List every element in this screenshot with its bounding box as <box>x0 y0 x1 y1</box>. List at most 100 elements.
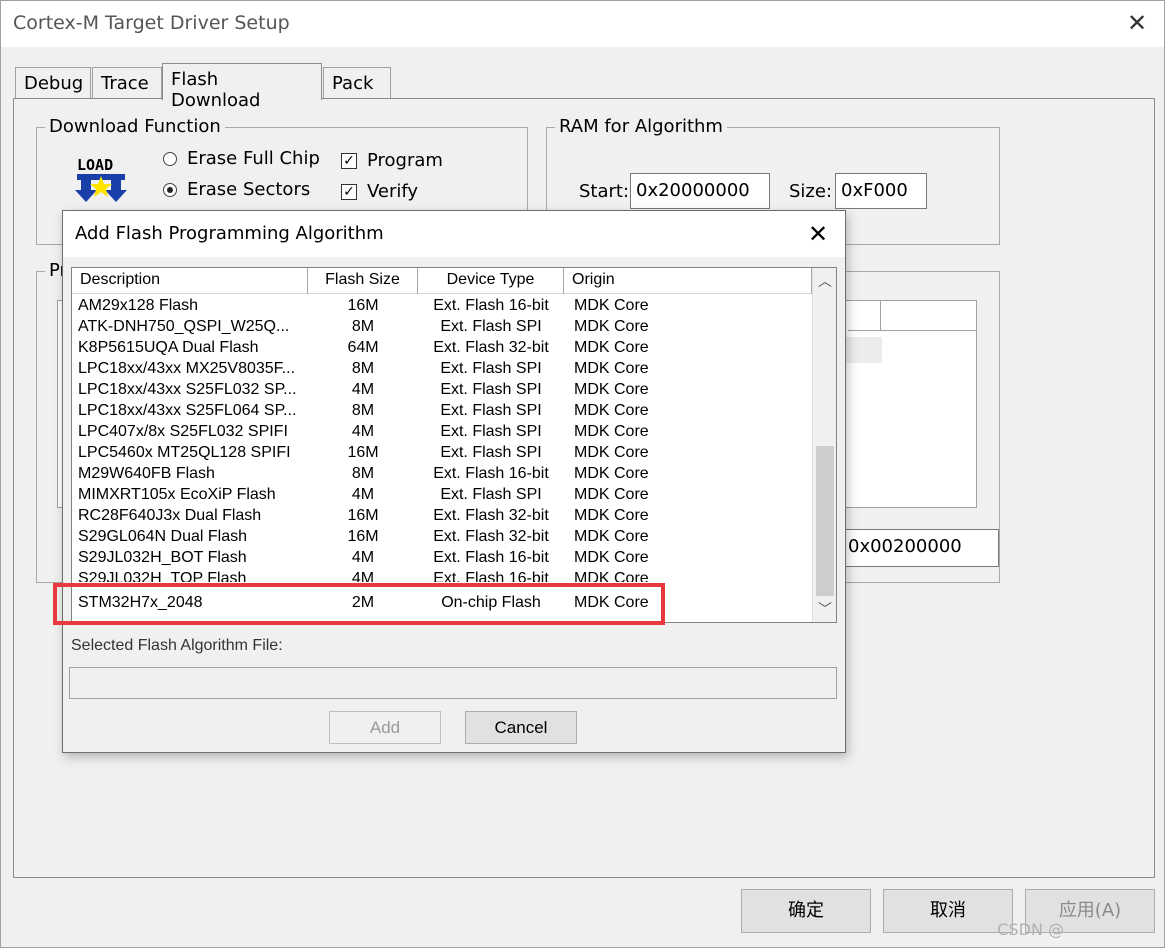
dialog-close-icon[interactable]: ✕ <box>805 220 831 248</box>
row-device-type: Ext. Flash 16-bit <box>433 549 549 566</box>
row-description: LPC5460x MT25QL128 SPIFI <box>78 444 291 461</box>
program-checkbox[interactable]: ✓ <box>341 152 357 169</box>
dialog-title: Add Flash Programming Algorithm <box>75 223 384 244</box>
add-flash-algorithm-dialog: Add Flash Programming Algorithm ✕ Descri… <box>53 210 846 753</box>
selected-file-label: Selected Flash Algorithm File: <box>71 637 283 654</box>
row-flash-size: 8M <box>351 465 375 482</box>
erase-full-chip-radio[interactable] <box>163 151 177 166</box>
row-flash-size: 4M <box>351 486 375 503</box>
row-origin: MDK Core <box>574 570 649 582</box>
table-row[interactable]: LPC407x/8x S25FL032 SPIFI 4M Ext. Flash SP… <box>72 421 812 442</box>
row-description: LPC18xx/43xx MX25V8035F... <box>78 360 296 377</box>
row-flash-size: 8M <box>351 402 375 419</box>
vertical-scrollbar[interactable]: ︿ ﹀ <box>812 268 836 622</box>
table-row[interactable]: S29JL032H_BOT Flash 4M Ext. Flash 16-bit MD… <box>72 547 812 568</box>
row-description: LPC18xx/43xx S25FL032 SP... <box>78 381 297 398</box>
tab-pack[interactable]: Pack <box>323 67 391 99</box>
add-button[interactable]: Add <box>329 711 441 744</box>
row-flash-size: 4M <box>351 381 375 398</box>
table-row[interactable]: ATK-DNH750_QSPI_W25Q... 8M Ext. Flash SPI M… <box>72 316 812 337</box>
table-row[interactable]: LPC5460x MT25QL128 SPIFI 16M Ext. Flash SP… <box>72 442 812 463</box>
load-icon: LOAD <box>75 154 127 204</box>
selected-file-field <box>69 667 837 699</box>
row-origin: MDK Core <box>574 507 649 524</box>
column-origin[interactable]: Origin <box>564 268 812 294</box>
table-row[interactable]: LPC18xx/43xx S25FL064 SP... 8M Ext. Flash … <box>72 400 812 421</box>
column-flash-size[interactable]: Flash Size <box>308 268 418 294</box>
row-description: LPC18xx/43xx S25FL064 SP... <box>78 402 297 419</box>
ram-size-input[interactable]: 0xF000 <box>835 173 927 209</box>
row-origin: MDK Core <box>574 297 649 314</box>
address-field[interactable]: 0x00200000 <box>841 529 999 567</box>
row-flash-size: 16M <box>347 444 379 461</box>
column-device-type[interactable]: Device Type <box>418 268 564 294</box>
scroll-thumb[interactable] <box>816 446 834 596</box>
table-row[interactable]: K8P5615UQA Dual Flash 64M Ext. Flash 32-bi… <box>72 337 812 358</box>
header-divider <box>880 301 881 331</box>
table-body: AM29x128 Flash 16M Ext. Flash 16-bit MDK Co… <box>72 295 812 613</box>
scroll-down-icon[interactable]: ﹀ <box>813 598 836 620</box>
tab-flash-download[interactable]: Flash Download <box>162 63 322 111</box>
scroll-up-icon[interactable]: ︿ <box>813 270 836 292</box>
erase-sectors-option[interactable]: Erase Sectors <box>163 179 310 200</box>
program-option[interactable]: ✓ Program <box>341 150 443 171</box>
row-device-type: Ext. Flash 32-bit <box>433 528 549 545</box>
row-description: ATK-DNH750_QSPI_W25Q... <box>78 318 290 335</box>
row-device-type: Ext. Flash 16-bit <box>433 465 549 482</box>
table-row[interactable]: AM29x128 Flash 16M Ext. Flash 16-bit MDK Co… <box>72 295 812 316</box>
verify-label: Verify <box>367 181 419 202</box>
row-description: S29JL032H_BOT Flash <box>78 549 247 566</box>
row-description: S29GL064N Dual Flash <box>78 528 247 545</box>
row-device-type: Ext. Flash SPI <box>440 381 542 398</box>
erase-full-chip-option[interactable]: Erase Full Chip <box>163 148 320 169</box>
window-title: Cortex-M Target Driver Setup <box>13 12 290 34</box>
table-row[interactable]: S29GL064N Dual Flash 16M Ext. Flash 32-bit… <box>72 526 812 547</box>
row-description: AM29x128 Flash <box>78 297 199 314</box>
table-row[interactable]: M29W640FB Flash 8M Ext. Flash 16-bit MDK Co… <box>72 463 812 484</box>
table-row[interactable]: MIMXRT105x EcoXiP Flash 4M Ext. Flash SPI M… <box>72 484 812 505</box>
ok-button[interactable]: 确定 <box>741 889 871 933</box>
row-device-type: Ext. Flash SPI <box>440 318 542 335</box>
algorithm-table[interactable]: Description Flash Size Device Type Origi… <box>71 267 837 623</box>
table-header: Description Flash Size Device Type Origi… <box>72 268 812 294</box>
table-row[interactable]: LPC18xx/43xx MX25V8035F... 8M Ext. Flash S… <box>72 358 812 379</box>
cancel-button[interactable]: 取消 <box>883 889 1013 933</box>
size-label: Size: <box>789 181 833 202</box>
erase-sectors-label: Erase Sectors <box>187 179 311 200</box>
program-label: Program <box>367 150 443 171</box>
erase-sectors-radio[interactable] <box>163 182 177 197</box>
column-description[interactable]: Description <box>72 268 308 294</box>
row-device-type: Ext. Flash 16-bit <box>433 570 549 582</box>
download-function-title: Download Function <box>45 116 225 137</box>
row-origin: MDK Core <box>574 486 649 503</box>
load-icon-text: LOAD <box>77 156 113 174</box>
row-description: MIMXRT105x EcoXiP Flash <box>78 486 276 503</box>
row-description: M29W640FB Flash <box>78 465 215 482</box>
verify-checkbox[interactable]: ✓ <box>341 183 357 200</box>
dialog-cancel-button[interactable]: Cancel <box>465 711 577 744</box>
row-description: K8P5615UQA Dual Flash <box>78 339 259 356</box>
row-flash-size: 64M <box>347 339 379 356</box>
row-flash-size: 16M <box>347 297 379 314</box>
row-flash-size: 4M <box>351 549 375 566</box>
ram-start-input[interactable]: 0x20000000 <box>630 173 770 209</box>
row-flash-size: 4M <box>351 570 375 582</box>
tab-trace[interactable]: Trace <box>92 67 162 99</box>
tab-debug[interactable]: Debug <box>15 67 91 99</box>
table-row[interactable]: LPC18xx/43xx S25FL032 SP... 4M Ext. Flash … <box>72 379 812 400</box>
close-icon[interactable]: ✕ <box>1124 9 1150 37</box>
row-origin: MDK Core <box>574 465 649 482</box>
row-device-type: Ext. Flash SPI <box>440 444 542 461</box>
row-origin: MDK Core <box>574 402 649 419</box>
verify-option[interactable]: ✓ Verify <box>341 181 418 202</box>
row-flash-size: 16M <box>347 528 379 545</box>
table-row[interactable]: RC28F640J3x Dual Flash 16M Ext. Flash 32-b… <box>72 505 812 526</box>
watermark: CSDN @ <box>997 920 1064 939</box>
table-row[interactable]: S29JL032H_TOP Flash 4M Ext. Flash 16-bit MD… <box>72 568 812 582</box>
row-device-type: Ext. Flash SPI <box>440 486 542 503</box>
row-origin: MDK Core <box>574 549 649 566</box>
row-device-type: Ext. Flash SPI <box>440 360 542 377</box>
row-origin: MDK Core <box>574 318 649 335</box>
ram-for-algorithm-title: RAM for Algorithm <box>555 116 727 137</box>
algorithm-list-header <box>848 301 976 331</box>
